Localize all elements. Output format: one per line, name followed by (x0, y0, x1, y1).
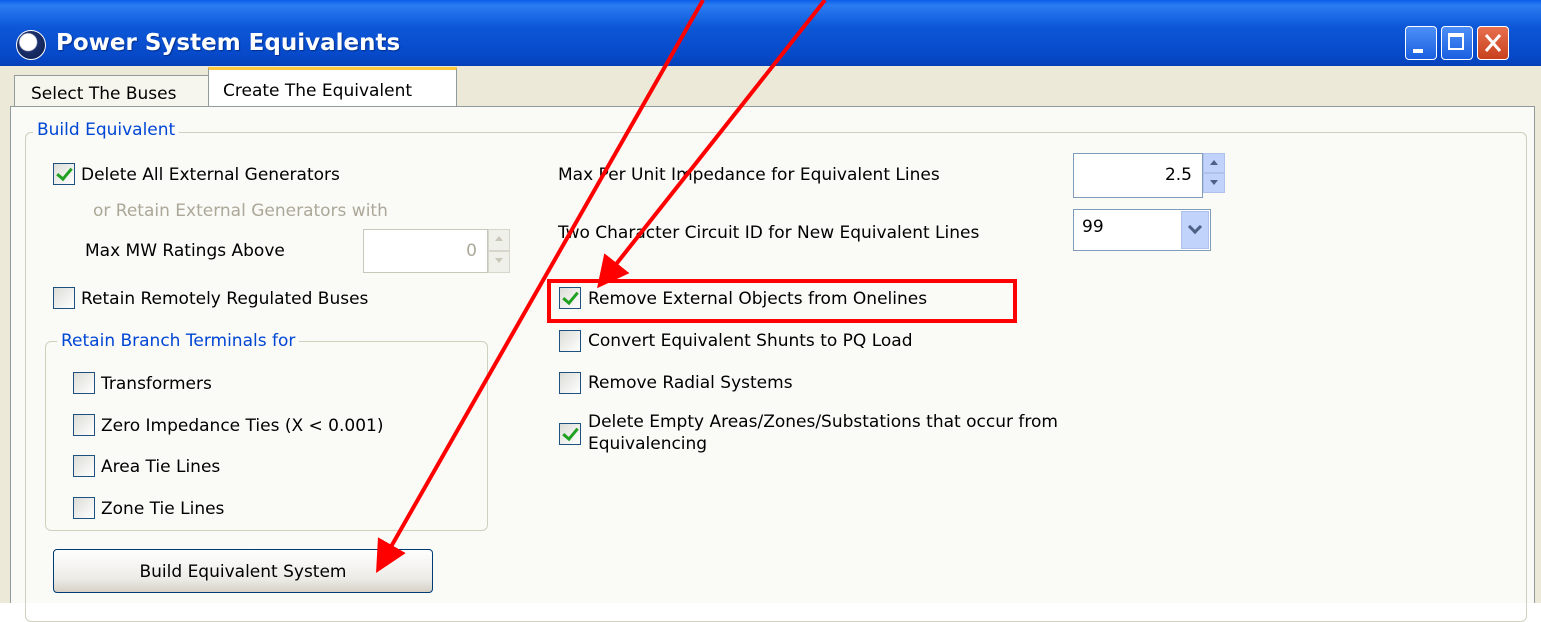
annotation-arrows (376, 0, 827, 573)
annotation-arrow-to-build-button (376, 0, 705, 573)
annotation-arrow-to-checkbox (597, 0, 827, 289)
power-system-equivalents-window: Power System Equivalents Select The Buse… (0, 0, 1541, 622)
